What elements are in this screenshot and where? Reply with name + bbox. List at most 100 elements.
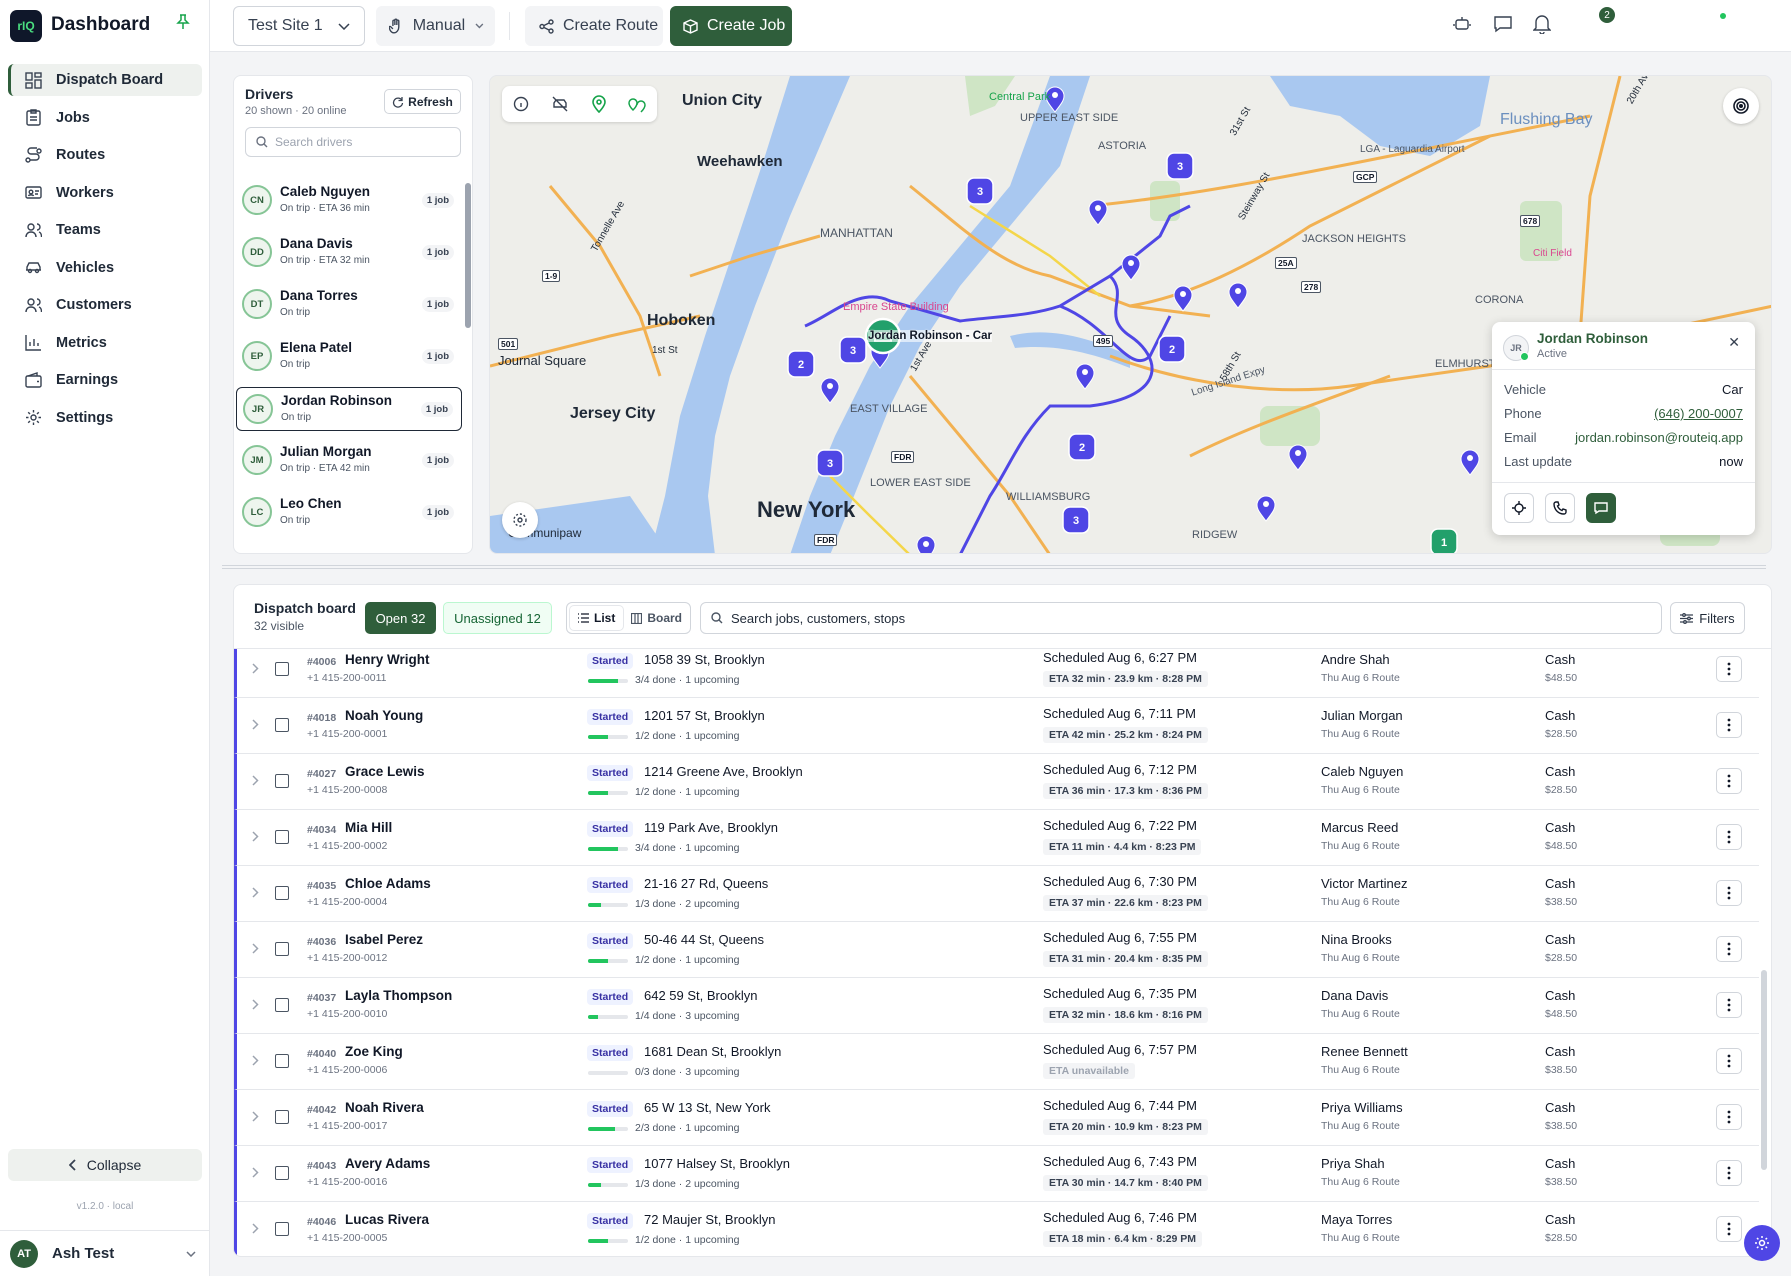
chevron-right-icon[interactable]	[252, 1167, 259, 1178]
chevron-right-icon[interactable]	[252, 1055, 259, 1066]
job-list-scrollbar[interactable]	[1761, 970, 1767, 1170]
board-view-button[interactable]: Board	[623, 606, 690, 630]
driver-row[interactable]: EP Elena Patel On trip 1 job	[236, 335, 462, 379]
sidebar-item-workers[interactable]: Workers	[8, 177, 202, 209]
job-row[interactable]: #4027 Grace Lewis +1 415-200-0008 Starte…	[234, 754, 1759, 810]
sidebar-item-earnings[interactable]: Earnings	[8, 364, 202, 396]
assigned-worker[interactable]: Marcus Reed	[1321, 820, 1398, 835]
job-row[interactable]: #4037 Layla Thompson +1 415-200-0010 Sta…	[234, 978, 1759, 1034]
chevron-right-icon[interactable]	[252, 1111, 259, 1122]
mode-select[interactable]: Manual	[376, 6, 495, 46]
customer-name[interactable]: Layla Thompson	[345, 988, 452, 1003]
sidebar-item-vehicles[interactable]: Vehicles	[8, 252, 202, 284]
job-pin-icon[interactable]	[1075, 363, 1095, 390]
assigned-worker[interactable]: Dana Davis	[1321, 988, 1388, 1003]
assigned-worker[interactable]: Renee Bennett	[1321, 1044, 1408, 1059]
row-menu-button[interactable]	[1716, 768, 1742, 794]
driver-row[interactable]: JR Jordan Robinson On trip 1 job	[236, 387, 462, 431]
job-pin-icon[interactable]	[1173, 285, 1193, 312]
chevron-right-icon[interactable]	[252, 775, 259, 786]
job-row[interactable]: #4043 Avery Adams +1 415-200-0016 Starte…	[234, 1146, 1759, 1202]
job-row[interactable]: #4040 Zoe King +1 415-200-0006 Started 1…	[234, 1034, 1759, 1090]
sidebar-item-routes[interactable]: Routes	[8, 139, 202, 171]
chevron-right-icon[interactable]	[252, 887, 259, 898]
row-menu-button[interactable]	[1716, 824, 1742, 850]
row-menu-button[interactable]	[1716, 1048, 1742, 1074]
robot-icon[interactable]	[1453, 14, 1471, 32]
messages-icon[interactable]	[1493, 14, 1513, 34]
email-link[interactable]: jordan.robinson@routeiq.app	[1575, 430, 1743, 445]
cluster-marker[interactable]: 2	[787, 350, 815, 378]
customer-name[interactable]: Grace Lewis	[345, 764, 425, 779]
customer-name[interactable]: Noah Rivera	[345, 1100, 424, 1115]
customer-name[interactable]: Isabel Perez	[345, 932, 423, 947]
job-row[interactable]: #4006 Henry Wright +1 415-200-0011 Start…	[234, 649, 1759, 698]
assigned-worker[interactable]: Caleb Nguyen	[1321, 764, 1403, 779]
customer-name[interactable]: Lucas Rivera	[345, 1212, 429, 1227]
chevron-right-icon[interactable]	[252, 719, 259, 730]
cluster-marker[interactable]: 2	[1068, 433, 1096, 461]
job-pin-icon[interactable]	[1256, 495, 1276, 522]
assigned-worker[interactable]: Priya Shah	[1321, 1156, 1385, 1171]
driver-row[interactable]: JM Julian Morgan On trip · ETA 42 min 1 …	[236, 439, 462, 483]
driver-name[interactable]: Jordan Robinson	[1537, 331, 1648, 346]
fit-bounds-icon[interactable]	[502, 502, 538, 538]
create-job-button[interactable]: Create Job	[670, 6, 792, 46]
list-view-button[interactable]: List	[570, 606, 624, 630]
row-menu-button[interactable]	[1716, 656, 1742, 682]
job-pin-icon[interactable]	[916, 535, 936, 554]
assigned-worker[interactable]: Maya Torres	[1321, 1212, 1392, 1227]
job-pin-icon[interactable]	[1088, 199, 1108, 226]
driver-row[interactable]: DT Dana Torres On trip 1 job	[236, 283, 462, 327]
settings-fab[interactable]	[1744, 1225, 1780, 1261]
customer-name[interactable]: Zoe King	[345, 1044, 403, 1059]
row-checkbox[interactable]	[275, 718, 289, 732]
cluster-marker[interactable]: 3	[1062, 506, 1090, 534]
assigned-worker[interactable]: Victor Martinez	[1321, 876, 1407, 891]
create-route-button[interactable]: Create Route	[525, 6, 663, 46]
refresh-button[interactable]: Refresh	[384, 89, 461, 114]
job-search-input[interactable]: Search jobs, customers, stops	[700, 602, 1662, 634]
row-checkbox[interactable]	[275, 886, 289, 900]
job-pin-icon[interactable]	[1121, 254, 1141, 281]
row-checkbox[interactable]	[275, 1110, 289, 1124]
job-row[interactable]: #4034 Mia Hill +1 415-200-0002 Started 1…	[234, 810, 1759, 866]
multi-pin-icon[interactable]	[628, 95, 646, 113]
cluster-marker[interactable]: 3	[966, 177, 994, 205]
sidebar-item-settings[interactable]: Settings	[8, 402, 202, 434]
driver-row[interactable]: LC Leo Chen On trip 1 job	[236, 491, 462, 535]
user-menu[interactable]: AT Ash Test	[0, 1230, 210, 1276]
customer-name[interactable]: Chloe Adams	[345, 876, 431, 891]
locate-icon[interactable]	[1723, 88, 1759, 124]
cluster-marker[interactable]: 3	[1166, 152, 1194, 180]
row-menu-button[interactable]	[1716, 936, 1742, 962]
site-select[interactable]: Test Site 1	[233, 6, 365, 46]
job-pin-icon[interactable]	[1460, 449, 1480, 476]
row-checkbox[interactable]	[275, 1166, 289, 1180]
job-pin-icon[interactable]	[1228, 282, 1248, 309]
pin-icon[interactable]	[176, 14, 190, 30]
close-icon[interactable]: ✕	[1728, 334, 1740, 351]
sidebar-item-metrics[interactable]: Metrics	[8, 327, 202, 359]
row-menu-button[interactable]	[1716, 1216, 1742, 1242]
row-checkbox[interactable]	[275, 662, 289, 676]
info-icon[interactable]	[513, 96, 529, 112]
driver-row[interactable]: CN Caleb Nguyen On trip · ETA 36 min 1 j…	[236, 179, 462, 223]
pin-toggle-icon[interactable]	[591, 95, 606, 113]
row-menu-button[interactable]	[1716, 712, 1742, 738]
row-checkbox[interactable]	[275, 942, 289, 956]
sidebar-item-jobs[interactable]: Jobs	[8, 102, 202, 134]
row-menu-button[interactable]	[1716, 880, 1742, 906]
row-menu-button[interactable]	[1716, 1104, 1742, 1130]
job-row[interactable]: #4046 Lucas Rivera +1 415-200-0005 Start…	[234, 1202, 1759, 1256]
driver-search-input[interactable]: Search drivers	[245, 127, 461, 157]
row-menu-button[interactable]	[1716, 1160, 1742, 1186]
filters-button[interactable]: Filters	[1670, 602, 1745, 634]
job-row[interactable]: #4036 Isabel Perez +1 415-200-0012 Start…	[234, 922, 1759, 978]
chevron-right-icon[interactable]	[252, 831, 259, 842]
row-checkbox[interactable]	[275, 830, 289, 844]
driver-list-scrollbar[interactable]	[465, 183, 471, 328]
assigned-worker[interactable]: Andre Shah	[1321, 652, 1390, 667]
assigned-worker[interactable]: Julian Morgan	[1321, 708, 1403, 723]
cluster-marker[interactable]: 3	[816, 449, 844, 477]
